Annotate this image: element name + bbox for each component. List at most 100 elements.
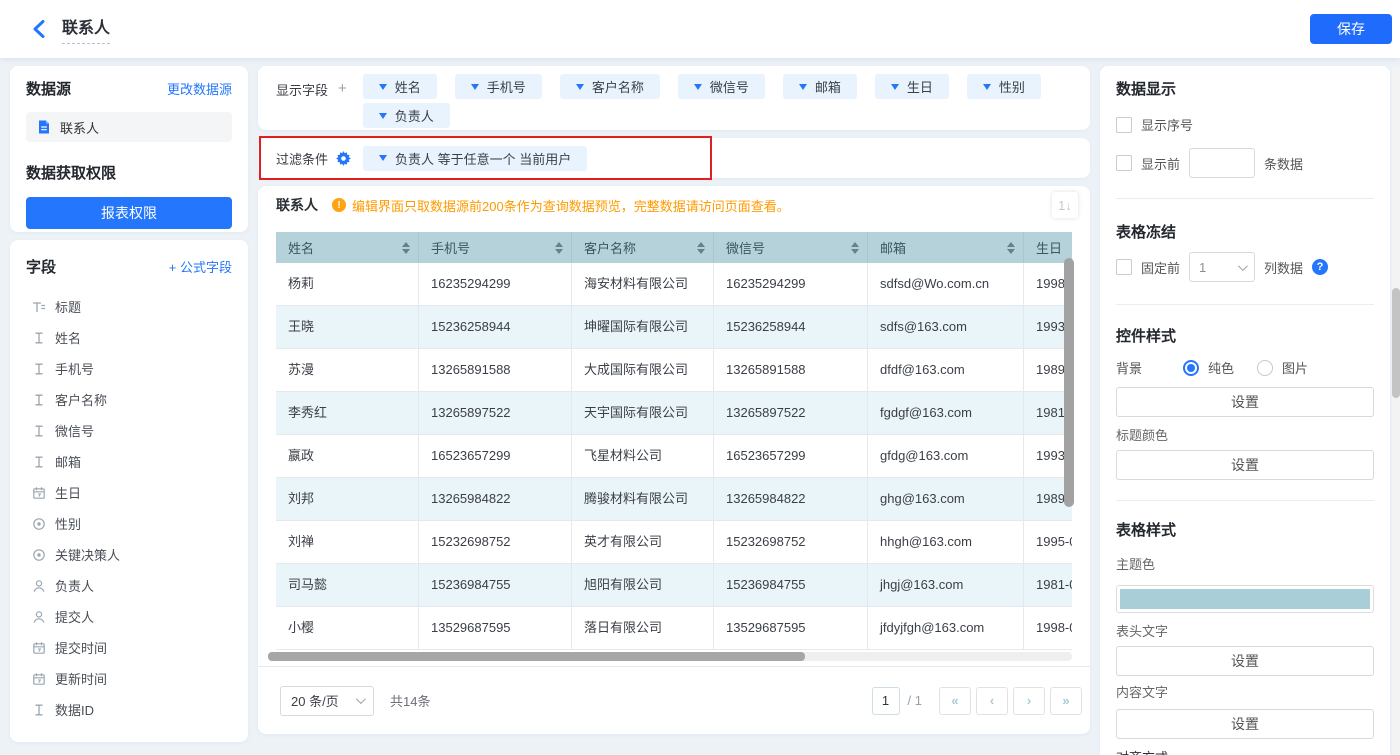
prev-page-button[interactable]: ‹ bbox=[976, 687, 1008, 715]
last-page-button[interactable]: » bbox=[1050, 687, 1082, 715]
table-cell: 英才有限公司 bbox=[572, 521, 714, 563]
sort-icon[interactable] bbox=[402, 242, 410, 254]
content-text-label: 内容文字 bbox=[1116, 682, 1374, 701]
field-item[interactable]: 提交人 bbox=[26, 601, 232, 632]
table-row[interactable]: 司马懿15236984755旭阳有限公司15236984755jhgj@163.… bbox=[276, 564, 1072, 607]
freeze-count-select[interactable]: 1 bbox=[1189, 252, 1255, 282]
show-index-checkbox[interactable] bbox=[1116, 117, 1132, 133]
display-field-chip[interactable]: 手机号 bbox=[455, 74, 542, 99]
field-item[interactable]: 数据ID bbox=[26, 694, 232, 725]
field-item[interactable]: 邮箱 bbox=[26, 446, 232, 477]
field-item[interactable]: 手机号 bbox=[26, 353, 232, 384]
table-cell: 小樱 bbox=[276, 607, 419, 649]
table-cell: 腾骏材料有限公司 bbox=[572, 478, 714, 520]
chevron-down-icon bbox=[379, 84, 387, 90]
field-item[interactable]: 客户名称 bbox=[26, 384, 232, 415]
image-radio[interactable] bbox=[1257, 360, 1273, 376]
help-icon[interactable]: ? bbox=[1312, 259, 1328, 275]
table-row[interactable]: 苏漫13265891588大成国际有限公司13265891588dfdf@163… bbox=[276, 349, 1072, 392]
table-row[interactable]: 李秀红13265897522天宇国际有限公司13265897522fgdgf@1… bbox=[276, 392, 1072, 435]
first-page-button[interactable]: « bbox=[939, 687, 971, 715]
field-item[interactable]: 生日 bbox=[26, 477, 232, 508]
column-header[interactable]: 客户名称 bbox=[572, 232, 714, 263]
column-header[interactable]: 邮箱 bbox=[868, 232, 1024, 263]
sort-icon[interactable] bbox=[851, 242, 859, 254]
table-row[interactable]: 刘邦13265984822腾骏材料有限公司13265984822ghg@163.… bbox=[276, 478, 1072, 521]
display-field-chip[interactable]: 生日 bbox=[875, 74, 949, 99]
widget-style-title: 控件样式 bbox=[1116, 325, 1374, 346]
text-icon bbox=[32, 424, 46, 438]
page-size-select[interactable]: 20 条/页 bbox=[280, 686, 374, 716]
add-formula-field-link[interactable]: + 公式字段 bbox=[169, 257, 232, 276]
datasource-item-label: 联系人 bbox=[60, 118, 99, 137]
field-item[interactable]: 负责人 bbox=[26, 570, 232, 601]
table-cell: 刘邦 bbox=[276, 478, 419, 520]
display-field-chip[interactable]: 姓名 bbox=[363, 74, 437, 99]
text-icon bbox=[32, 455, 46, 469]
gear-icon[interactable] bbox=[336, 151, 351, 166]
display-field-chip[interactable]: 负责人 bbox=[363, 103, 450, 128]
table-row[interactable]: 刘禅15232698752英才有限公司15232698752hhgh@163.c… bbox=[276, 521, 1072, 564]
table-row[interactable]: 嬴政16523657299飞星材料公司16523657299gfdg@163.c… bbox=[276, 435, 1072, 478]
field-item[interactable]: 提交时间 bbox=[26, 632, 232, 663]
field-item[interactable]: 性别 bbox=[26, 508, 232, 539]
add-display-field-button[interactable]: + bbox=[338, 80, 347, 96]
chevron-down-icon bbox=[576, 84, 584, 90]
table-horizontal-scrollbar[interactable] bbox=[268, 652, 1072, 661]
next-page-button[interactable]: › bbox=[1013, 687, 1045, 715]
field-item-label: 性别 bbox=[55, 514, 81, 533]
field-item[interactable]: 关键决策人 bbox=[26, 539, 232, 570]
column-header[interactable]: 姓名 bbox=[276, 232, 419, 263]
table-row[interactable]: 杨莉16235294299海安材料有限公司16235294299sdfsd@Wo… bbox=[276, 263, 1072, 306]
title-color-set-button[interactable]: 设置 bbox=[1116, 450, 1374, 480]
theme-color-swatch[interactable] bbox=[1116, 585, 1374, 613]
header-text-set-button[interactable]: 设置 bbox=[1116, 646, 1374, 676]
show-first-checkbox[interactable] bbox=[1116, 155, 1132, 171]
table-cell: 嬴政 bbox=[276, 435, 419, 477]
display-field-chip[interactable]: 邮箱 bbox=[783, 74, 857, 99]
report-permission-button[interactable]: 报表权限 bbox=[26, 197, 232, 229]
show-first-count-input[interactable] bbox=[1189, 148, 1255, 178]
field-item[interactable]: 更新时间 bbox=[26, 663, 232, 694]
freeze-columns-checkbox[interactable] bbox=[1116, 259, 1132, 275]
sort-icon[interactable] bbox=[555, 242, 563, 254]
page-number-input[interactable] bbox=[872, 687, 900, 715]
date-icon bbox=[32, 672, 46, 686]
content-text-set-button[interactable]: 设置 bbox=[1116, 709, 1374, 739]
title-color-label: 标题颜色 bbox=[1116, 425, 1374, 444]
divider bbox=[1116, 198, 1374, 199]
table-cell: gfdg@163.com bbox=[868, 435, 1024, 477]
change-datasource-link[interactable]: 更改数据源 bbox=[167, 79, 232, 98]
back-button[interactable] bbox=[26, 17, 50, 41]
table-row[interactable]: 小樱13529687595落日有限公司13529687595jfdyjfgh@1… bbox=[276, 607, 1072, 650]
save-button[interactable]: 保存 bbox=[1310, 14, 1392, 44]
table-row[interactable]: 王晓15236258944坤曜国际有限公司15236258944sdfs@163… bbox=[276, 306, 1072, 349]
fields-panel: 字段 + 公式字段 标题姓名手机号客户名称微信号邮箱生日性别关键决策人负责人提交… bbox=[10, 240, 248, 742]
table-vertical-scrollbar[interactable] bbox=[1064, 258, 1074, 507]
panel-scrollbar[interactable] bbox=[1392, 66, 1400, 755]
table-cell: 王晓 bbox=[276, 306, 419, 348]
sort-icon[interactable] bbox=[1007, 242, 1015, 254]
display-field-chip[interactable]: 微信号 bbox=[678, 74, 765, 99]
field-item[interactable]: 姓名 bbox=[26, 322, 232, 353]
table-cell: 13265897522 bbox=[714, 392, 868, 434]
column-header[interactable]: 手机号 bbox=[419, 232, 572, 263]
sort-order-icon[interactable]: 1↓ bbox=[1052, 192, 1078, 218]
solid-color-radio[interactable] bbox=[1183, 360, 1199, 376]
column-header[interactable]: 微信号 bbox=[714, 232, 868, 263]
display-field-chip[interactable]: 客户名称 bbox=[560, 74, 660, 99]
chevron-down-icon bbox=[891, 84, 899, 90]
datasource-item[interactable]: 联系人 bbox=[26, 112, 232, 142]
field-item[interactable]: 标题 bbox=[26, 291, 232, 322]
sort-icon[interactable] bbox=[697, 242, 705, 254]
chevron-down-icon bbox=[471, 84, 479, 90]
table-cell: 15232698752 bbox=[419, 521, 572, 563]
filter-condition-chip[interactable]: 负责人 等于任意一个 当前用户 bbox=[363, 146, 587, 171]
theme-color-swatch-fill bbox=[1120, 589, 1370, 609]
field-item[interactable]: 微信号 bbox=[26, 415, 232, 446]
document-icon bbox=[36, 119, 52, 135]
table-cell: hhgh@163.com bbox=[868, 521, 1024, 563]
table-style-title: 表格样式 bbox=[1116, 519, 1374, 540]
display-field-chip[interactable]: 性别 bbox=[967, 74, 1041, 99]
background-set-button[interactable]: 设置 bbox=[1116, 387, 1374, 417]
